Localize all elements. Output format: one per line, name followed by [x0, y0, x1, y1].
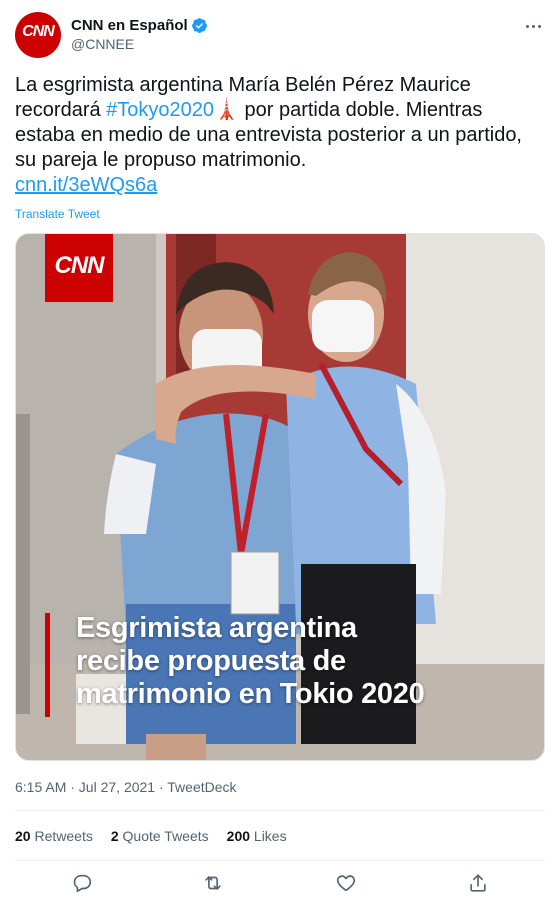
avatar[interactable]: CNN	[15, 12, 61, 58]
share-icon[interactable]	[467, 872, 489, 894]
caption-accent-bar	[45, 613, 50, 717]
display-name[interactable]: CNN en Español	[71, 17, 188, 34]
tweet-actions	[15, 866, 545, 902]
hashtag-link[interactable]: #Tokyo2020	[106, 99, 214, 121]
tokyo-tower-emoji: 🗼	[214, 99, 239, 121]
handle[interactable]: @CNNEE	[71, 36, 208, 52]
cnn-logo-text: CNN	[54, 252, 105, 279]
cnn-logo: CNN	[45, 234, 113, 302]
caption-line-2: recibe propuesta de	[76, 645, 346, 677]
like-icon[interactable]	[335, 872, 357, 894]
divider	[15, 860, 545, 861]
display-name-row: CNN en Español	[71, 15, 208, 35]
likes-stat[interactable]: 200 Likes	[227, 828, 287, 844]
retweets-count: 20	[15, 828, 31, 844]
tweet-text: La esgrimista argentina María Belén Pére…	[15, 73, 540, 198]
tweet-timestamp[interactable]: 6:15 AM · Jul 27, 2021 · TweetDeck	[15, 779, 237, 795]
likes-label: Likes	[253, 828, 287, 844]
quote-tweets-stat[interactable]: 2 Quote Tweets	[111, 828, 209, 844]
tweet-header: CNN CNN en Español @CNNEE	[15, 12, 545, 58]
avatar-logo: CNN	[22, 23, 55, 40]
quote-tweets-count: 2	[110, 828, 119, 844]
photo-caption: Esgrimista argentina recibe propuesta de…	[76, 612, 516, 711]
tweet-photo[interactable]: CNN Esgrimista argentina recibe propuest…	[15, 233, 545, 761]
retweets-label: Retweets	[34, 828, 93, 844]
likes-count: 200	[226, 828, 251, 844]
retweets-stat[interactable]: 20 Retweets	[15, 828, 93, 844]
caption-line-1: Esgrimista argentina	[76, 612, 357, 644]
caption-line-3: matrimonio en Tokio 2020	[76, 678, 425, 710]
quote-tweets-label: Quote Tweets	[122, 828, 209, 844]
divider	[15, 810, 545, 811]
tweet-stats: 20 Retweets 2 Quote Tweets 200 Likes	[15, 828, 305, 844]
retweet-icon[interactable]	[202, 872, 224, 894]
more-options-icon[interactable]	[521, 16, 545, 36]
article-link[interactable]: cnn.it/3eWQs6a	[15, 173, 540, 198]
verified-icon	[191, 17, 207, 33]
author-block: CNN en Español @CNNEE	[71, 15, 208, 52]
reply-icon[interactable]	[71, 872, 93, 894]
translate-tweet-link[interactable]: Translate Tweet	[15, 207, 100, 221]
